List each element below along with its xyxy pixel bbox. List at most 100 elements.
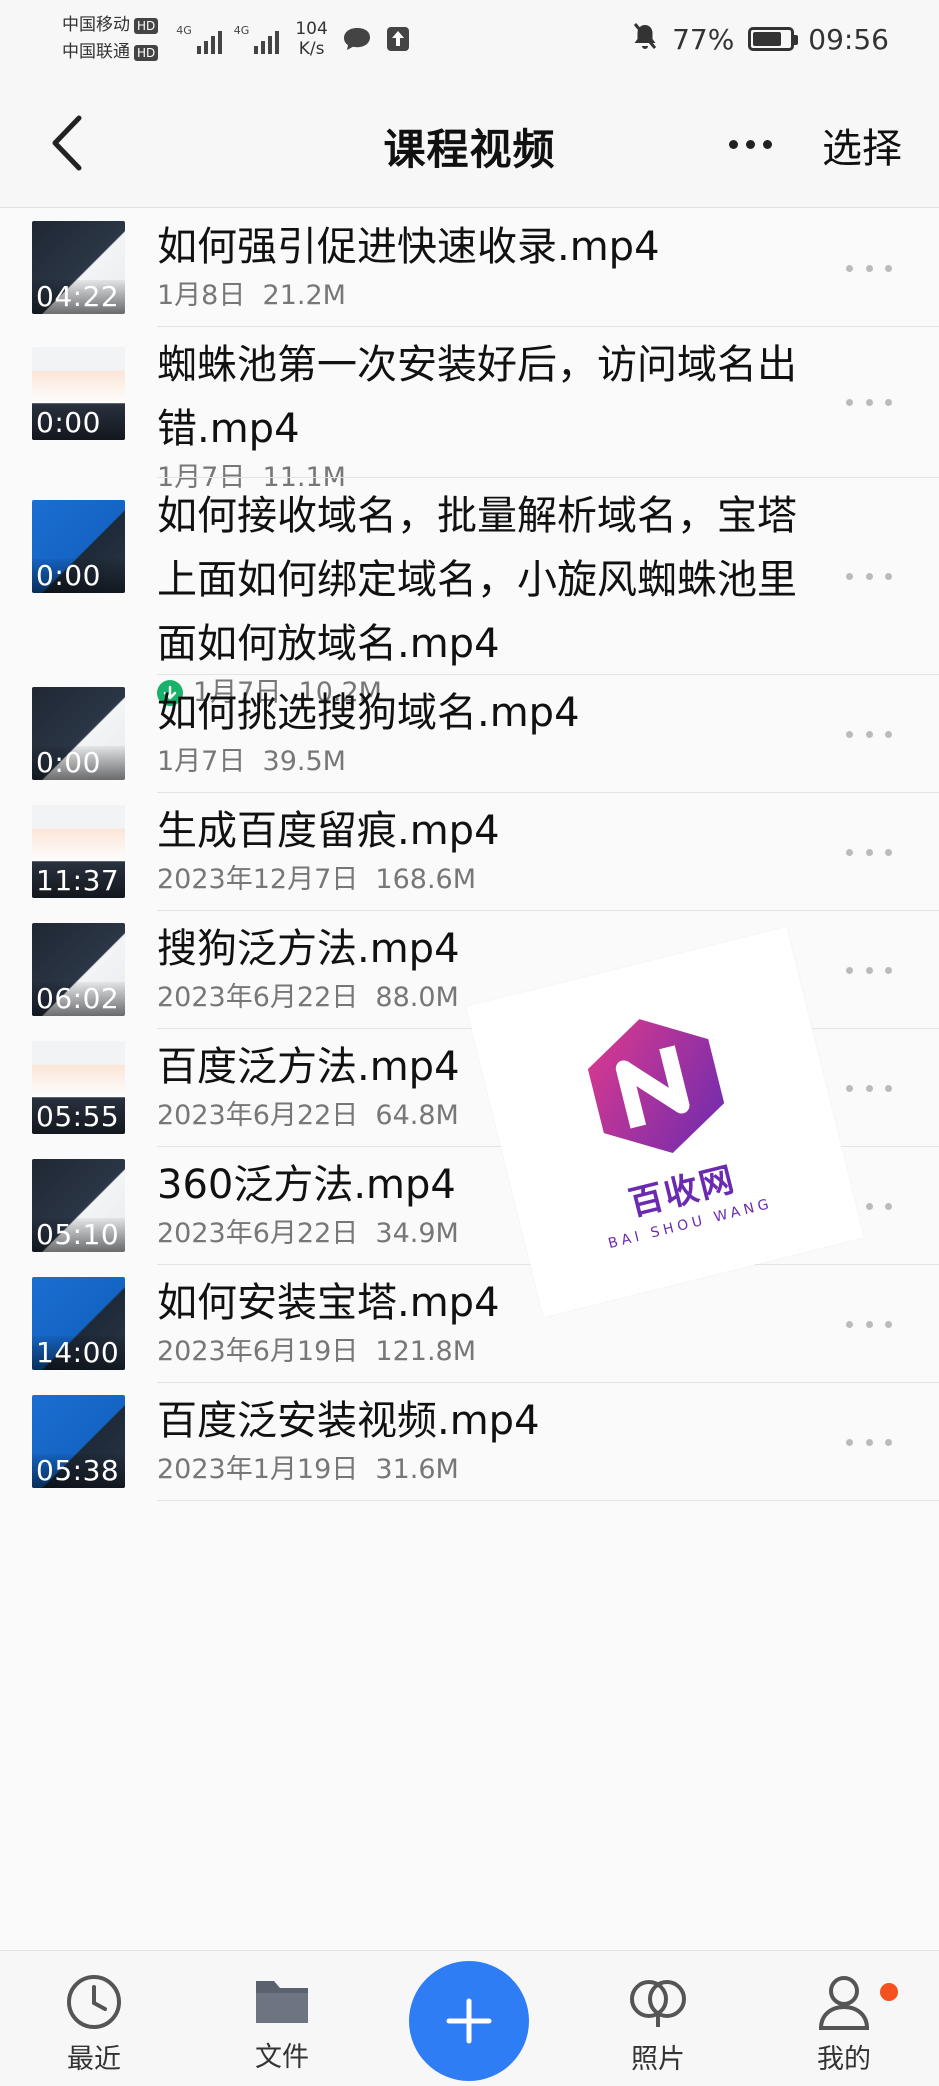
file-row[interactable]: 11:37 生成百度留痕.mp4 2023年12月7日 168.6M bbox=[0, 793, 939, 911]
video-duration: 06:02 bbox=[32, 982, 125, 1016]
file-name: 如何接收域名，批量解析域名，宝塔上面如何绑定域名，小旋风蜘蛛池里面如何放域名.m… bbox=[157, 493, 797, 667]
row-more-button[interactable] bbox=[846, 1078, 892, 1098]
photos-icon bbox=[630, 1980, 686, 2027]
more-options-button[interactable] bbox=[718, 120, 782, 168]
video-thumbnail[interactable]: 06:02 bbox=[32, 923, 125, 1016]
file-name: 蜘蛛池第一次安装好后，访问域名出错.mp4 bbox=[157, 342, 797, 452]
file-name: 如何安装宝塔.mp4 bbox=[157, 1280, 500, 1326]
select-button[interactable]: 选择 bbox=[822, 116, 902, 174]
add-button[interactable] bbox=[409, 1961, 529, 2081]
tab-recent[interactable]: 最近 bbox=[39, 1973, 149, 2076]
hd-badge: HD bbox=[134, 17, 159, 34]
video-duration: 05:10 bbox=[32, 1218, 125, 1252]
tab-photos[interactable]: 照片 bbox=[603, 1973, 713, 2076]
video-thumbnail[interactable]: 11:37 bbox=[32, 805, 125, 898]
video-duration: 11:37 bbox=[32, 864, 125, 898]
page: 中国移动HD 中国联通HD 4G 4G 104 K/s 77% 09:56 bbox=[0, 0, 939, 2086]
file-name: 生成百度留痕.mp4 bbox=[157, 808, 500, 854]
upload-icon bbox=[386, 26, 410, 52]
plus-icon bbox=[446, 1998, 492, 2044]
tab-files-label: 文件 bbox=[255, 2042, 309, 2073]
video-thumbnail[interactable]: 05:10 bbox=[32, 1159, 125, 1252]
row-more-button[interactable] bbox=[846, 1314, 892, 1334]
file-date-size: 1月7日 39.5M bbox=[157, 746, 346, 777]
video-thumbnail[interactable]: 0:00 bbox=[32, 687, 125, 780]
file-date-size: 2023年6月22日 64.8M bbox=[157, 1100, 459, 1131]
file-list: 04:22 如何强引促进快速收录.mp4 1月8日 21.2M 0:00 蜘蛛池第一次安… bbox=[0, 209, 939, 1501]
row-more-button[interactable] bbox=[846, 1432, 892, 1452]
signal-icon: 4G bbox=[234, 24, 280, 54]
file-info: 蜘蛛池第一次安装好后，访问域名出错.mp4 1月7日 11.1M bbox=[157, 333, 797, 495]
status-right: 77% 09:56 bbox=[632, 22, 889, 57]
notification-dot bbox=[880, 1983, 898, 2001]
app-header: 课程视频 选择 bbox=[0, 78, 939, 208]
hd-badge: HD bbox=[134, 44, 159, 61]
row-more-button[interactable] bbox=[846, 567, 892, 587]
carrier-2: 中国联通 bbox=[62, 42, 130, 62]
video-thumbnail[interactable]: 05:38 bbox=[32, 1395, 125, 1488]
video-duration: 0:00 bbox=[32, 406, 125, 440]
row-divider bbox=[157, 1500, 939, 1501]
tab-recent-label: 最近 bbox=[67, 2044, 121, 2075]
video-duration: 05:38 bbox=[32, 1454, 125, 1488]
row-more-button[interactable] bbox=[846, 393, 892, 413]
carrier-1: 中国移动 bbox=[62, 15, 130, 35]
row-more-button[interactable] bbox=[846, 724, 892, 744]
file-date-size: 1月8日 21.2M bbox=[157, 280, 346, 311]
video-thumbnail[interactable]: 04:22 bbox=[32, 221, 125, 314]
file-row[interactable]: 0:00 如何挑选搜狗域名.mp4 1月7日 39.5M bbox=[0, 675, 939, 793]
carriers: 中国移动 HD 中国联通 HD bbox=[62, 12, 159, 66]
clock: 09:56 bbox=[808, 22, 889, 56]
file-row[interactable]: 05:38 百度泛安装视频.mp4 2023年1月19日 31.6M bbox=[0, 1383, 939, 1501]
network-speed: 104 K/s bbox=[295, 19, 328, 59]
video-thumbnail[interactable]: 05:55 bbox=[32, 1041, 125, 1134]
video-thumbnail[interactable]: 0:00 bbox=[32, 500, 125, 593]
page-title: 课程视频 bbox=[383, 125, 556, 174]
clock-icon bbox=[67, 1975, 121, 2029]
file-name: 如何强引促进快速收录.mp4 bbox=[157, 224, 660, 270]
video-thumbnail[interactable]: 0:00 bbox=[32, 347, 125, 440]
file-row[interactable]: 0:00 蜘蛛池第一次安装好后，访问域名出错.mp4 1月7日 11.1M bbox=[0, 327, 939, 493]
file-meta: 2023年1月19日 31.6M bbox=[157, 1453, 797, 1487]
file-meta: 1月7日 39.5M bbox=[157, 745, 797, 779]
file-info: 如何安装宝塔.mp4 2023年6月19日 121.8M bbox=[157, 1271, 797, 1369]
battery-level bbox=[753, 32, 782, 46]
signal-icon: 4G bbox=[176, 24, 222, 54]
folder-icon bbox=[256, 1981, 308, 2023]
file-row[interactable]: 0:00 如何接收域名，批量解析域名，宝塔上面如何绑定域名，小旋风蜘蛛池里面如何放… bbox=[0, 478, 939, 708]
file-info: 如何挑选搜狗域名.mp4 1月7日 39.5M bbox=[157, 681, 797, 779]
file-row[interactable]: 14:00 如何安装宝塔.mp4 2023年6月19日 121.8M bbox=[0, 1265, 939, 1383]
tab-mine-label: 我的 bbox=[817, 2044, 871, 2075]
tab-photos-label: 照片 bbox=[631, 2044, 685, 2075]
row-more-button[interactable] bbox=[846, 258, 892, 278]
video-duration: 0:00 bbox=[32, 559, 125, 593]
status-bar: 中国移动 HD 中国联通 HD 4G 4G 104 K/s 77% 09:56 bbox=[0, 0, 939, 78]
video-duration: 0:00 bbox=[32, 746, 125, 780]
video-duration: 04:22 bbox=[32, 280, 125, 314]
bottom-nav: 最近 文件 照片 我的 bbox=[0, 1950, 939, 2086]
tab-files[interactable]: 文件 bbox=[227, 1973, 337, 2074]
file-date-size: 2023年1月19日 31.6M bbox=[157, 1454, 459, 1485]
file-date-size: 2023年6月19日 121.8M bbox=[157, 1336, 477, 1367]
file-date-size: 2023年6月22日 34.9M bbox=[157, 1218, 459, 1249]
file-date-size: 2023年6月22日 88.0M bbox=[157, 982, 459, 1013]
video-duration: 14:00 bbox=[32, 1336, 125, 1370]
battery-icon bbox=[748, 27, 799, 51]
file-meta: 2023年12月7日 168.6M bbox=[157, 863, 797, 897]
logo-icon bbox=[587, 1018, 725, 1153]
file-name: 如何挑选搜狗域名.mp4 bbox=[157, 690, 580, 736]
row-more-button[interactable] bbox=[846, 960, 892, 980]
file-info: 如何强引促进快速收录.mp4 1月8日 21.2M bbox=[157, 215, 797, 313]
message-icon bbox=[342, 26, 372, 52]
file-info: 生成百度留痕.mp4 2023年12月7日 168.6M bbox=[157, 799, 797, 897]
video-thumbnail[interactable]: 14:00 bbox=[32, 1277, 125, 1370]
profile-icon bbox=[818, 1976, 870, 2030]
mute-bell-icon bbox=[632, 22, 658, 57]
video-duration: 05:55 bbox=[32, 1100, 125, 1134]
file-row[interactable]: 04:22 如何强引促进快速收录.mp4 1月8日 21.2M bbox=[0, 209, 939, 327]
row-more-button[interactable] bbox=[846, 842, 892, 862]
file-info: 百度泛安装视频.mp4 2023年1月19日 31.6M bbox=[157, 1389, 797, 1487]
file-name: 百度泛安装视频.mp4 bbox=[157, 1398, 540, 1444]
file-date-size: 2023年12月7日 168.6M bbox=[157, 864, 477, 895]
file-meta: 2023年6月19日 121.8M bbox=[157, 1335, 797, 1369]
